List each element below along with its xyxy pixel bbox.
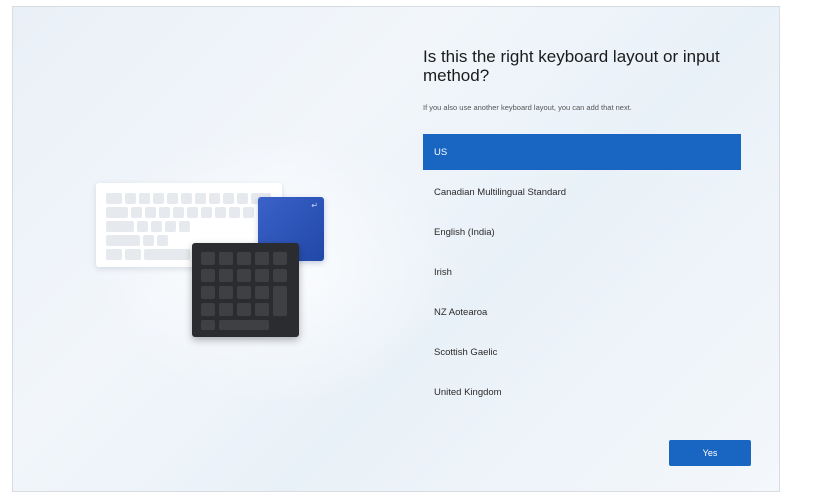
- list-item-label: NZ Aotearoa: [434, 306, 488, 318]
- list-item-label: Canadian Multilingual Standard: [434, 186, 567, 198]
- keyboard-key: [243, 207, 254, 218]
- keyboard-key: [106, 221, 134, 232]
- list-item-nz-aotearoa[interactable]: NZ Aotearoa: [423, 294, 741, 330]
- numpad-key: [201, 320, 215, 330]
- keyboard-key: [151, 221, 162, 232]
- keyboard-key: [125, 193, 136, 204]
- numpad: [192, 243, 299, 337]
- numpad-key: [219, 303, 233, 316]
- list-item-scottish-gaelic[interactable]: Scottish Gaelic: [423, 334, 741, 370]
- keyboard-key: [157, 235, 168, 246]
- numpad-key: [273, 252, 287, 265]
- list-item-us[interactable]: US: [423, 134, 741, 170]
- keyboard-key: [181, 193, 192, 204]
- numpad-key: [255, 269, 269, 282]
- list-item-label: English (India): [434, 226, 495, 238]
- numpad-key: [201, 269, 215, 282]
- page-title: Is this the right keyboard layout or inp…: [423, 47, 720, 85]
- numpad-key: [219, 269, 233, 282]
- keyboard-key: [215, 207, 226, 218]
- list-item-label: US: [434, 146, 448, 158]
- numpad-key: [255, 286, 269, 299]
- enter-icon: ↵: [311, 201, 318, 210]
- keyboard-key: [201, 207, 212, 218]
- list-item-irish[interactable]: Irish: [423, 254, 741, 290]
- keyboard-key: [145, 207, 156, 218]
- numpad-key: [237, 252, 251, 265]
- numpad-key: [219, 320, 269, 330]
- keyboard-key: [179, 221, 190, 232]
- list-item-united-kingdom[interactable]: United Kingdom: [423, 374, 741, 410]
- list-item-label: Scottish Gaelic: [434, 346, 498, 358]
- keyboard-key: [195, 193, 206, 204]
- numpad-key: [201, 303, 215, 316]
- list-item-english-india[interactable]: English (India): [423, 214, 741, 250]
- keyboard-key: [139, 193, 150, 204]
- keyboard-key: [209, 193, 220, 204]
- keyboard-key: [106, 193, 122, 204]
- numpad-key: [237, 269, 251, 282]
- numpad-key: [201, 252, 215, 265]
- keyboard-key: [153, 193, 164, 204]
- numpad-key: [201, 286, 215, 299]
- numpad-key: [219, 252, 233, 265]
- numpad-key: [237, 286, 251, 299]
- keyboard-key: [237, 193, 248, 204]
- keyboard-key: [143, 235, 154, 246]
- numpad-key: [219, 286, 233, 299]
- keyboard-key: [159, 207, 170, 218]
- keyboard-key: [106, 207, 128, 218]
- page-subtitle: If you also use another keyboard layout,…: [423, 103, 632, 112]
- keyboard-key: [106, 235, 140, 246]
- list-item-label: United Kingdom: [434, 386, 502, 398]
- list-item-label: Irish: [434, 266, 452, 278]
- list-item-canadian-multilingual[interactable]: Canadian Multilingual Standard: [423, 174, 741, 210]
- keyboard-key: [187, 207, 198, 218]
- keyboard-key: [144, 249, 190, 260]
- keyboard-key: [165, 221, 176, 232]
- numpad-key: [273, 269, 287, 282]
- keyboard-key: [106, 249, 122, 260]
- numpad-key: [273, 286, 287, 316]
- keyboard-layout-list: US Canadian Multilingual Standard Englis…: [423, 134, 741, 414]
- keyboard-key: [125, 249, 141, 260]
- keyboard-key: [223, 193, 234, 204]
- keyboard-key: [229, 207, 240, 218]
- numpad-key: [255, 303, 269, 316]
- oobe-window: ↵ Is this the right keyboard layout or i…: [12, 6, 780, 492]
- yes-button[interactable]: Yes: [669, 440, 751, 466]
- keyboard-key: [167, 193, 178, 204]
- keyboard-key: [137, 221, 148, 232]
- numpad-key: [255, 252, 269, 265]
- keyboard-illustration: ↵: [13, 7, 413, 491]
- numpad-key: [237, 303, 251, 316]
- keyboard-key: [131, 207, 142, 218]
- keyboard-key: [173, 207, 184, 218]
